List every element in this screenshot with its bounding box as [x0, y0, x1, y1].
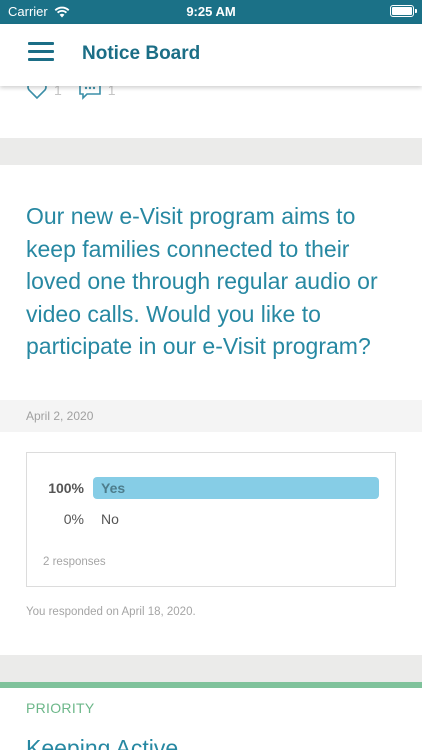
nav-bar: Notice Board: [0, 24, 422, 86]
next-post-title: Keeping Active: [26, 735, 179, 750]
poll-option-no[interactable]: 0% No: [27, 508, 395, 530]
page-title: Notice Board: [82, 43, 201, 64]
priority-tag: PRIORITY: [26, 700, 95, 716]
post-date-strip: April 2, 2020: [0, 400, 422, 432]
post-date: April 2, 2020: [26, 409, 94, 423]
responded-note: You responded on April 18, 2020.: [26, 606, 196, 618]
status-bar: Carrier 9:25 AM: [0, 0, 422, 24]
poll-post-card: Our new e-Visit program aims to keep fam…: [0, 165, 422, 655]
previous-post-card: 1 1: [0, 81, 422, 138]
poll-option-label: No: [101, 511, 119, 527]
poll-results: 100% Yes 0% No 2 responses: [26, 452, 396, 587]
battery-icon: [390, 5, 417, 17]
status-time: 9:25 AM: [186, 4, 236, 19]
poll-bar: [93, 477, 379, 499]
poll-option-yes[interactable]: 100% Yes: [27, 477, 395, 499]
hamburger-menu-icon[interactable]: [28, 42, 54, 64]
poll-percent: 100%: [48, 480, 84, 496]
next-post-card: PRIORITY Keeping Active: [0, 682, 422, 750]
poll-option-label: Yes: [101, 480, 126, 496]
post-question: Our new e-Visit program aims to keep fam…: [26, 203, 378, 359]
poll-response-count: 2 responses: [43, 556, 106, 568]
poll-percent: 0%: [63, 511, 84, 527]
